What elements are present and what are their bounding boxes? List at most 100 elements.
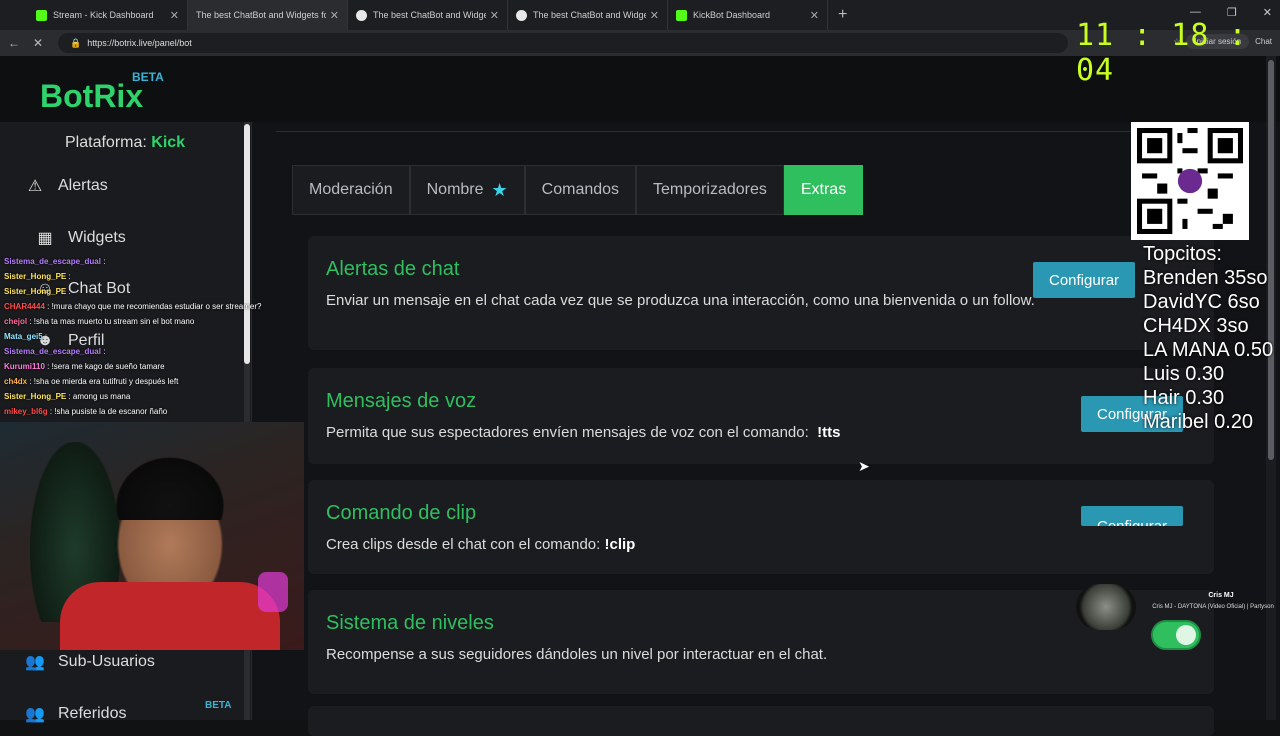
stream-clock: 11 : 18 : 04 — [1076, 18, 1248, 88]
chat-user: CHAR4444 — [4, 302, 45, 311]
tab-title: KickBot Dashboard — [693, 10, 771, 20]
browser-tab[interactable]: The best ChatBot and Widgets for ✕ — [508, 0, 668, 30]
card-title: Sistema de niveles — [326, 612, 494, 634]
command-text: !clip — [604, 536, 636, 553]
chat-user: Sister_Hong_PE — [4, 392, 67, 401]
lock-icon: 🔒 — [70, 37, 82, 48]
platform-label-text: Plataforma: — [65, 134, 147, 151]
sidebar-item-sub-usuarios[interactable]: 👥 Sub-Usuarios — [24, 652, 155, 672]
topcitos-line: DavidYC 6so — [1143, 291, 1260, 313]
logo-beta-badge: BETA — [132, 70, 164, 84]
chat-user: Sistema_de_escape_dual — [4, 257, 101, 266]
chat-text: : among us mana — [68, 392, 131, 401]
botrix-favicon-icon — [516, 9, 527, 21]
widgets-icon: ▦ — [37, 230, 53, 247]
card-title: Mensajes de voz — [326, 390, 477, 412]
chat-message: Sister_Hong_PE : among us mana — [0, 389, 275, 404]
chat-user: Sister_Hong_PE — [4, 272, 67, 281]
tab-label: Temporizadores — [653, 181, 767, 198]
chat-message: mikey_bl6g : !sha pusiste la de escanor … — [0, 404, 275, 419]
chat-text: : !sera me kago de sueño tamare — [47, 362, 165, 371]
bot-tabs: Moderación Nombre ★ Comandos Temporizador… — [292, 165, 864, 215]
botrix-favicon-icon — [356, 9, 367, 21]
close-tab-icon[interactable]: ✕ — [810, 9, 819, 22]
star-icon: ★ — [491, 179, 508, 200]
panel-top-border — [276, 122, 1196, 132]
close-tab-icon[interactable]: ✕ — [330, 9, 339, 22]
close-tab-icon[interactable]: ✕ — [650, 9, 659, 22]
configurar-button[interactable]: Configurar — [1081, 506, 1184, 526]
chat-message: Sistema_de_escape_dual : — [0, 254, 275, 269]
card-comando-de-clip: Comando de clip Crea clips desde el chat… — [308, 480, 1214, 574]
mouse-cursor-icon: ➤ — [858, 458, 870, 474]
topcitos-line: Hair 0.30 — [1143, 387, 1225, 409]
browser-tab[interactable]: The best ChatBot and Widgets for ✕ — [348, 0, 508, 30]
streamer-hair — [108, 450, 232, 520]
topcitos-line: LA MANA 0.50 — [1143, 339, 1274, 361]
platform-label: Plataforma: Kick — [65, 134, 185, 152]
card-description: Crea clips desde el chat con el comando:… — [326, 534, 635, 556]
card-alertas-de-chat: Alertas de chat Enviar un mensaje en el … — [308, 236, 1214, 350]
tab-moderacion[interactable]: Moderación — [292, 165, 410, 215]
topcitos-line: CH4DX 3so — [1143, 315, 1249, 337]
botrix-logo[interactable]: BotRix BETA — [40, 70, 164, 115]
now-playing-widget: Cris MJ Cris MJ - DAYTONA (Video Oficial… — [1076, 582, 1274, 632]
back-icon[interactable]: ← — [4, 36, 24, 50]
sidebar-item-alertas[interactable]: ⚠ Alertas — [24, 176, 108, 196]
chat-message: chejol : !sha ta mas muerto tu stream si… — [0, 314, 275, 329]
chat-text: : !sha oe mierda era tutifruti y después… — [29, 377, 179, 386]
chat-message: Kurumi110 : !sera me kago de sueño tamar… — [0, 359, 275, 374]
tab-extras[interactable]: Extras — [783, 165, 864, 215]
close-tab-icon[interactable]: ✕ — [490, 9, 499, 22]
chat-text: : — [68, 272, 71, 281]
sidebar-item-label: Referidos — [58, 705, 127, 722]
tab-label: Nombre — [426, 181, 484, 198]
topcitos-list: Topcitos: Brenden 35so DavidYC 6so CH4DX… — [1143, 242, 1273, 434]
configurar-button[interactable]: Configurar — [1033, 262, 1136, 298]
chat-text: : !mura chayo que me recomiendas estudia… — [47, 302, 262, 311]
rgb-light — [258, 572, 288, 612]
streamer-shirt — [60, 582, 280, 650]
new-tab-icon[interactable]: + — [838, 6, 847, 24]
card-description: Recompense a sus seguidores dándoles un … — [326, 646, 828, 663]
browser-tab[interactable]: KickBot Dashboard ✕ — [668, 0, 828, 30]
sidebar-item-label: Sub-Usuarios — [58, 653, 155, 670]
sidebar-item-referidos[interactable]: 👥 Referidos — [24, 704, 126, 724]
close-tab-icon[interactable]: ✕ — [170, 9, 179, 22]
tab-title: The best ChatBot and Widgets for — [533, 10, 646, 20]
tab-title: Stream - Kick Dashboard — [53, 10, 154, 20]
chat-message: Sister_Hong_PE : — [0, 284, 275, 299]
webcam-overlay — [0, 422, 304, 650]
reload-icon[interactable]: ✕ — [28, 36, 48, 50]
chat-message: CHAR4444 : !mura chayo que me recomienda… — [0, 299, 275, 314]
users-icon: 👥 — [25, 654, 45, 671]
card-description-text: Permita que sus espectadores envíen mens… — [326, 424, 809, 441]
browser-tab[interactable]: Stream - Kick Dashboard ✕ — [28, 0, 188, 30]
browser-tab[interactable]: The best ChatBot and Widgets for ✕ — [188, 0, 348, 30]
chat-message: ch4dx : !sha oe mierda era tutifruti y d… — [0, 374, 275, 389]
chat-message: Mata_gei5 : — [0, 329, 275, 344]
sidebar-item-widgets[interactable]: ▦ Widgets — [34, 228, 125, 248]
kick-favicon-icon — [36, 9, 47, 21]
card-description: Permita que sus espectadores envíen mens… — [326, 422, 840, 444]
chat-text: : — [68, 287, 71, 296]
yape-qr-code — [1131, 122, 1249, 240]
tab-comandos[interactable]: Comandos — [524, 165, 637, 215]
card-title: Comando de clip — [326, 502, 477, 524]
chat-user: mikey_bl6g — [4, 407, 48, 416]
command-text: !tts — [817, 424, 841, 441]
music-artist: Cris MJ — [1208, 592, 1234, 599]
tab-temporizadores[interactable]: Temporizadores — [636, 165, 784, 215]
sidebar-item-label: Alertas — [58, 177, 108, 194]
url-field[interactable]: 🔒 https://botrix.live/panel/bot — [58, 33, 1068, 53]
card-title: Alertas de chat — [326, 258, 460, 280]
url-text: https://botrix.live/panel/bot — [87, 38, 192, 48]
stream-chat-overlay: Sistema_de_escape_dual : Sister_Hong_PE … — [0, 254, 275, 422]
chat-text: : — [103, 257, 106, 266]
chat-user: Sister_Hong_PE — [4, 287, 67, 296]
tab-nombre[interactable]: Nombre ★ — [409, 165, 525, 215]
chat-text: : — [44, 332, 48, 341]
chat-message: Sister_Hong_PE : — [0, 269, 275, 284]
users-icon: 👥 — [25, 706, 45, 723]
topcitos-line: Luis 0.30 — [1143, 363, 1225, 385]
